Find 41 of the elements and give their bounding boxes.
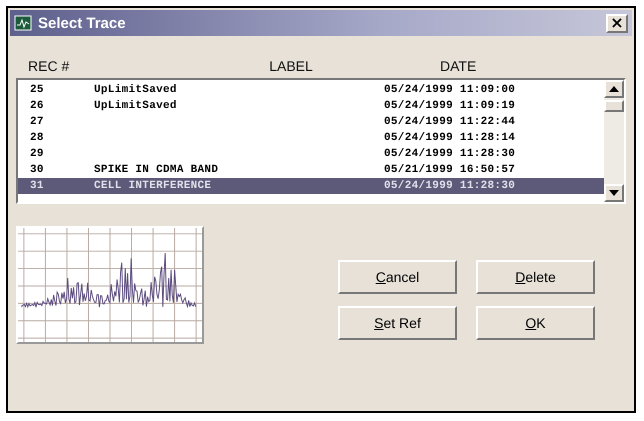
scroll-thumb[interactable] [604,100,624,112]
down-arrow-icon [609,190,619,196]
record-number: 28 [30,132,45,144]
column-header[interactable]: LABEL [148,58,434,74]
trace-date: 05/24/1999 11:22:44 [384,116,516,128]
record-number: 31 [30,180,45,192]
trace-label: CELL INTERFERENCE [94,180,212,192]
column-header[interactable]: DATE [434,58,614,74]
record-number: 27 [30,116,45,128]
trace-date: 05/24/1999 11:09:00 [384,84,516,96]
dialog-button[interactable]: OK [476,306,595,340]
record-number: 30 [30,164,45,176]
oscilloscope-icon [14,15,32,31]
list-row[interactable]: 25 UpLimitSaved 05/24/1999 11:09:00 [18,82,604,98]
close-button[interactable]: × [606,14,628,32]
up-arrow-icon [609,86,619,92]
list-row[interactable]: 31 CELL INTERFERENCE 05/24/1999 11:28:30 [18,178,604,194]
trace-label: UpLimitSaved [94,84,178,96]
record-number: 25 [30,84,45,96]
trace-label: SPIKE IN CDMA BAND [94,164,220,176]
trace-date: 05/24/1999 11:09:19 [384,100,516,112]
trace-date: 05/24/1999 11:28:14 [384,132,516,144]
trace-date: 05/24/1999 11:28:30 [384,180,516,192]
scrollbar[interactable] [604,80,624,202]
list-row[interactable]: 26 UpLimitSaved 05/24/1999 11:09:19 [18,98,604,114]
record-number: 29 [30,148,45,160]
list-row[interactable]: 28 05/24/1999 11:28:14 [18,130,604,146]
scroll-down-button[interactable] [604,184,624,202]
trace-date: 05/21/1999 16:50:57 [384,164,516,176]
trace-date: 05/24/1999 11:28:30 [384,148,516,160]
dialog-button[interactable]: Cancel [338,260,457,294]
trace-label: UpLimitSaved [94,100,178,112]
window-title: Select Trace [38,14,127,32]
dialog-button[interactable]: Set Ref [338,306,457,340]
dialog-button[interactable]: Delete [476,260,595,294]
list-row[interactable]: 27 05/24/1999 11:22:44 [18,114,604,130]
record-number: 26 [30,100,45,112]
list-row[interactable]: 29 05/24/1999 11:28:30 [18,146,604,162]
list-row[interactable]: 30 SPIKE IN CDMA BAND 05/21/1999 16:50:57 [18,162,604,178]
column-header[interactable]: REC # [28,58,148,74]
scroll-up-button[interactable] [604,80,624,98]
